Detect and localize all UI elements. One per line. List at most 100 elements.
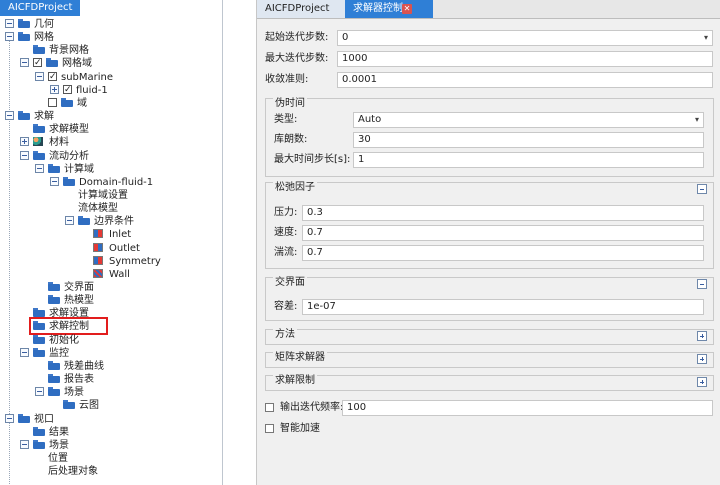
tree-item[interactable]: 视口 [0, 413, 222, 426]
output-freq-checkbox[interactable] [265, 403, 274, 412]
tree-item-label: 计算域设置 [78, 189, 128, 201]
tolerance-input[interactable]: 1e-07 [302, 299, 704, 315]
tree-item[interactable]: 结果 [0, 426, 222, 439]
tree-item[interactable]: 流动分析 [0, 150, 222, 163]
collapse-icon[interactable] [5, 32, 14, 42]
tree-checkbox[interactable]: ✓ [48, 71, 57, 81]
collapse-icon[interactable] [65, 216, 74, 226]
collapse-icon[interactable] [35, 71, 44, 81]
type-row: 类型: Auto [274, 112, 704, 128]
tree-item[interactable]: 材料 [0, 136, 222, 149]
tree-item[interactable]: Symmetry [0, 255, 222, 268]
collapse-icon[interactable] [20, 150, 29, 160]
collapse-interface-icon[interactable] [697, 279, 707, 289]
tree-item-label: 视口 [34, 413, 54, 425]
folder-icon [63, 176, 75, 186]
tree-item[interactable]: 求解控制 [0, 317, 222, 336]
tree-item[interactable]: 报告表 [0, 373, 222, 386]
tree-item-label: Domain-fluid-1 [79, 176, 154, 188]
tree-item[interactable]: ✓ subMarine [0, 71, 222, 84]
tree-item[interactable]: 求解模型 [0, 123, 222, 136]
expand-icon[interactable] [20, 137, 29, 147]
tree-item-label: 网格 [34, 32, 54, 44]
tree-item[interactable]: 计算域设置 [0, 189, 222, 202]
tree-item[interactable]: 热模型 [0, 294, 222, 307]
pseudo-time-group: 伪时间 类型: Auto 库朗数: 30 最大时间步长[s]: 1 [265, 98, 714, 177]
expand-method-icon[interactable] [697, 331, 707, 341]
tree-item[interactable]: 云图 [0, 399, 222, 412]
pressure-input[interactable]: 0.3 [302, 205, 704, 221]
tree-item[interactable]: ✓ 网格域 [0, 57, 222, 70]
max-iter-label: 最大迭代步数: [265, 53, 329, 64]
folder-icon [48, 282, 60, 291]
tree-item-label: 流体模型 [78, 203, 118, 215]
tree-item[interactable]: Domain-fluid-1 [0, 176, 222, 189]
collapse-icon[interactable] [20, 439, 29, 449]
collapse-icon[interactable] [5, 111, 14, 121]
collapse-icon[interactable] [50, 176, 59, 186]
convergence-input[interactable]: 0.0001 [337, 72, 713, 88]
tree-item[interactable]: 后处理对象 [0, 465, 222, 478]
start-iter-dropdown[interactable]: 0 [337, 30, 713, 46]
collapse-icon[interactable] [5, 19, 14, 28]
solve-limit-title: 求解限制 [273, 375, 317, 387]
tree-checkbox[interactable] [48, 97, 57, 107]
tree-checkbox[interactable]: ✓ [63, 84, 72, 94]
tab-bar: AICFDProject 求解器控制 ✕ [257, 0, 720, 19]
tree-item[interactable]: 几何 [0, 18, 222, 31]
collapse-icon[interactable] [20, 347, 29, 357]
tree-checkbox[interactable]: ✓ [33, 58, 42, 68]
velocity-label: 速度: [274, 227, 298, 238]
matrix-solver-group[interactable]: 矩阵求解器 [265, 352, 714, 368]
turbulence-input[interactable]: 0.7 [302, 245, 704, 261]
tree-item[interactable]: ✓ fluid-1 [0, 84, 222, 97]
expand-icon[interactable] [50, 84, 59, 94]
tree-item[interactable]: 背景网格 [0, 44, 222, 57]
collapse-icon[interactable] [35, 387, 44, 397]
tree-item[interactable]: 网格 [0, 31, 222, 44]
collapse-icon[interactable] [35, 163, 44, 173]
tree-item[interactable]: 域 [0, 97, 222, 110]
tree-item[interactable]: 边界条件 [0, 215, 222, 228]
max-step-input[interactable]: 1 [353, 152, 704, 168]
tree-item[interactable]: 场景 [0, 386, 222, 399]
method-group[interactable]: 方法 [265, 329, 714, 345]
tree-item[interactable]: 交界面 [0, 281, 222, 294]
collapse-relaxation-icon[interactable] [697, 184, 707, 194]
smart-accel-checkbox[interactable] [265, 424, 274, 433]
collapse-icon[interactable] [20, 58, 29, 68]
start-iter-row: 起始迭代步数: 0 [265, 30, 713, 46]
tree-item[interactable]: 残差曲线 [0, 360, 222, 373]
tab-solver-control[interactable]: 求解器控制 [345, 0, 433, 18]
folder-icon [33, 124, 45, 134]
tree-item-label: 边界条件 [94, 216, 134, 228]
expand-solve-limit-icon[interactable] [697, 377, 707, 387]
tree-item[interactable]: Outlet [0, 242, 222, 255]
start-iter-label: 起始迭代步数: [265, 32, 329, 43]
tree-item[interactable]: 场景 [0, 439, 222, 452]
tree-item[interactable]: 求解 [0, 110, 222, 123]
tree-item-label: 场景 [64, 387, 84, 399]
solve-limit-group[interactable]: 求解限制 [265, 375, 714, 391]
project-panel-title: AICFDProject [0, 0, 81, 16]
output-freq-input[interactable]: 100 [342, 400, 713, 416]
tree-item[interactable]: 计算域 [0, 163, 222, 176]
tree-item[interactable]: Inlet [0, 228, 222, 241]
tree-item-label: Wall [109, 268, 130, 280]
type-label: 类型: [274, 114, 298, 125]
tree-item[interactable]: Wall [0, 268, 222, 281]
tab-aicfdproject[interactable]: AICFDProject [257, 0, 354, 18]
type-dropdown[interactable]: Auto [353, 112, 704, 128]
expand-matrix-solver-icon[interactable] [697, 354, 707, 364]
smart-accel-label: 智能加速 [280, 423, 320, 434]
close-tab-icon[interactable]: ✕ [402, 4, 412, 14]
velocity-input[interactable]: 0.7 [302, 225, 704, 241]
tree-item[interactable]: 流体模型 [0, 202, 222, 215]
tree-item[interactable]: 初始化 [0, 334, 222, 347]
tree-item[interactable]: 位置 [0, 452, 222, 465]
collapse-icon[interactable] [5, 413, 14, 423]
max-iter-input[interactable]: 1000 [337, 51, 713, 67]
courant-input[interactable]: 30 [353, 132, 704, 148]
tree-item[interactable]: 监控 [0, 347, 222, 360]
interface-title: 交界面 [273, 277, 307, 289]
